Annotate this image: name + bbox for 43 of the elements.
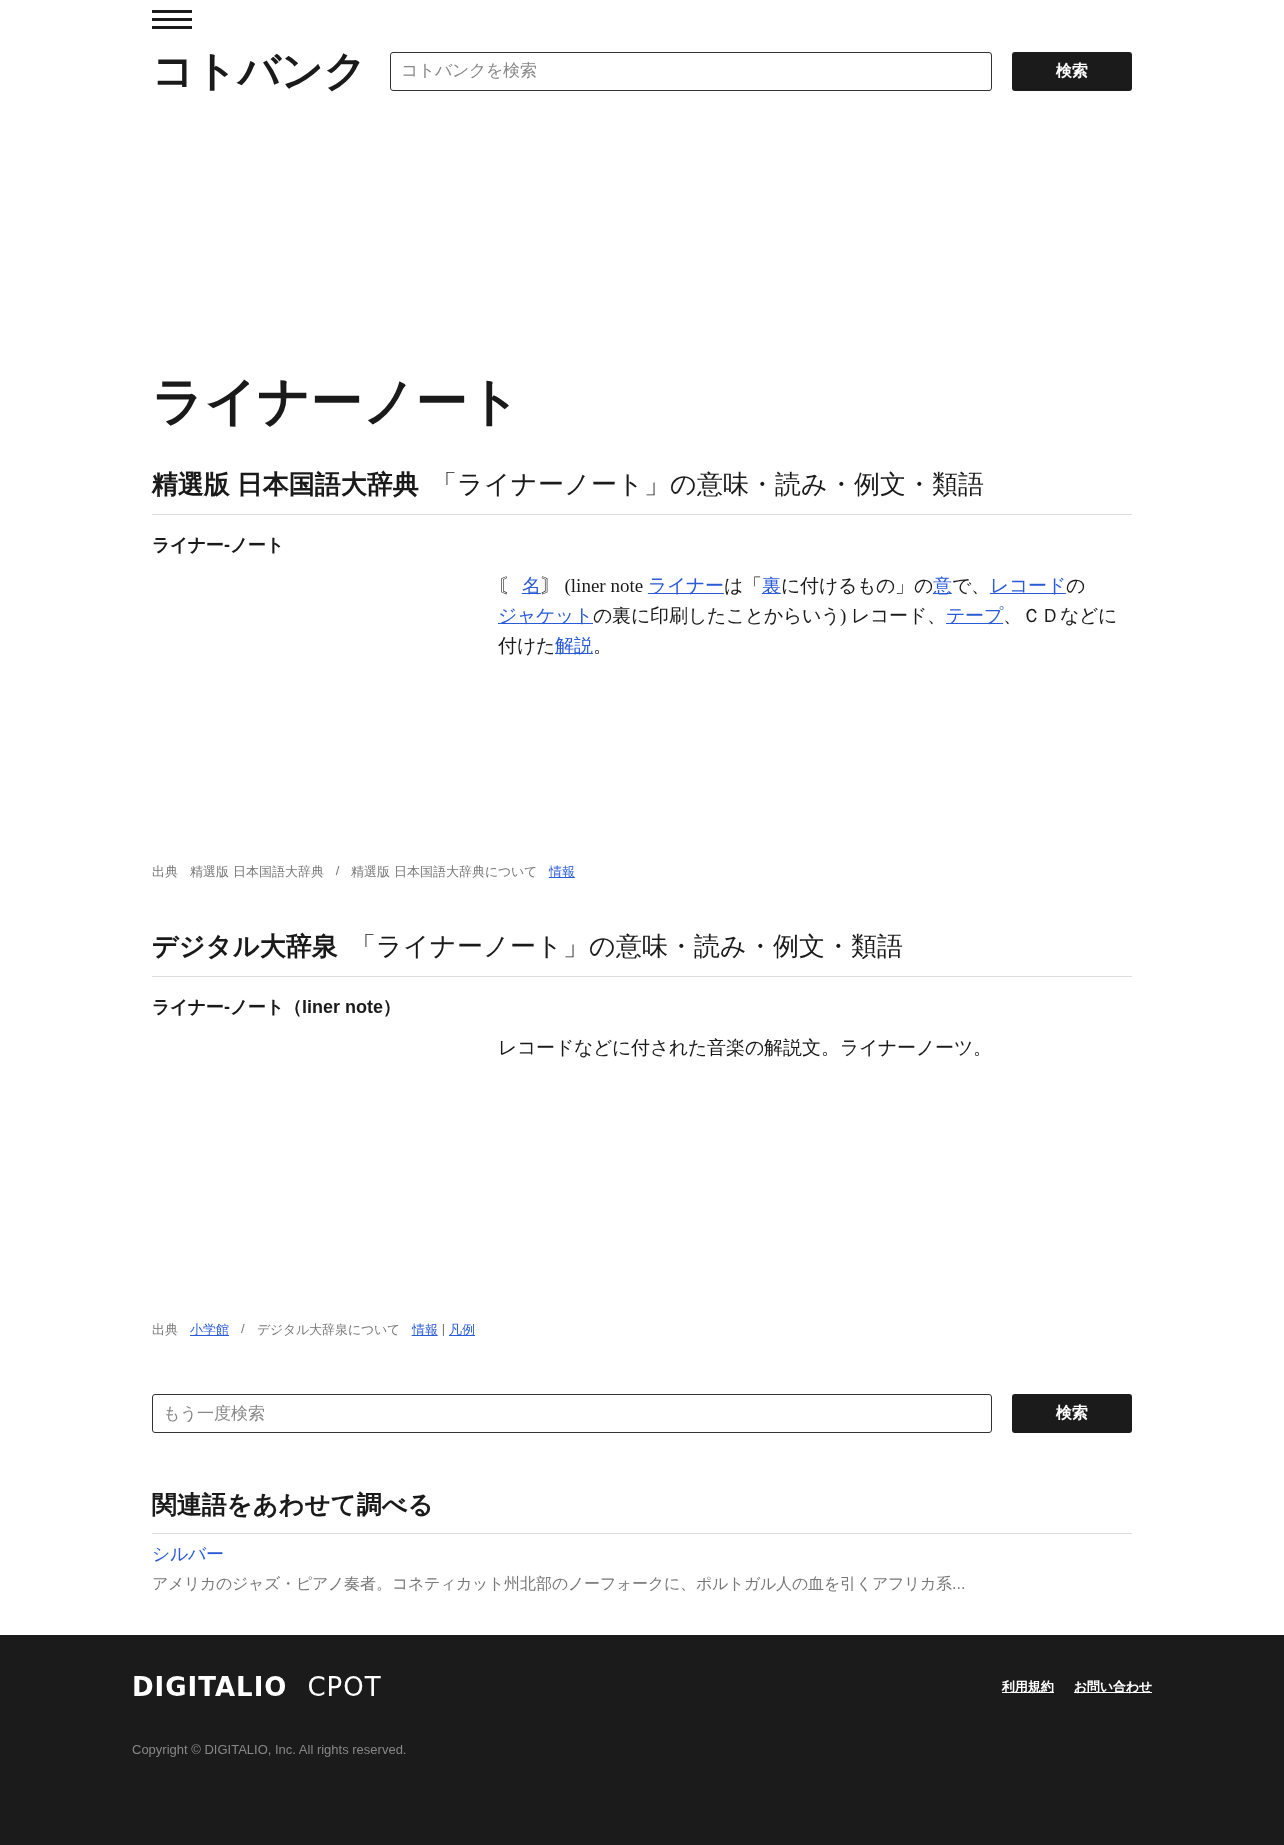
entry-heading: ライナー-ノート（liner note） [152, 996, 402, 1019]
definition-link[interactable]: 裏 [761, 575, 781, 596]
definition-link[interactable]: 意 [932, 575, 952, 596]
company-logo[interactable]: CPOT [307, 1672, 382, 1702]
separator: / [241, 1321, 245, 1338]
search-button[interactable]: 検索 [1012, 51, 1132, 91]
dictionary-name: デジタル大辞泉 [152, 930, 338, 963]
page-title: ライナーノート [152, 371, 522, 432]
section-subtitle: 「ライナーノート」の意味・読み・例文・類語 [350, 930, 903, 963]
definition-text: レコードなどに付された音楽の解説文。ライナーノーツ。 [498, 1037, 992, 1058]
separator: | [441, 1321, 445, 1338]
separator: / [335, 863, 340, 880]
source-text: 精選版 日本国語大辞典 [190, 863, 324, 881]
definition-link[interactable]: レコード [989, 575, 1066, 596]
copyright-text: Copyright © DIGITALIO, Inc. All rights reserved. [132, 1742, 408, 1757]
footer-link[interactable]: お問い合わせ [1074, 1678, 1152, 1696]
search-field[interactable]: コトバンクを検索 [390, 51, 992, 91]
source-link[interactable]: 情報 [411, 1321, 438, 1339]
search-button[interactable]: 検索 [1012, 1394, 1132, 1433]
definition-link[interactable]: 名 [521, 575, 541, 596]
related-term-link[interactable]: シルバー [152, 1542, 1132, 1566]
definition-link[interactable]: 解説 [555, 635, 593, 656]
definition-link[interactable]: テープ [946, 605, 1004, 626]
source-link[interactable]: 小学館 [190, 1321, 229, 1339]
search-field[interactable]: もう一度検索 [152, 1394, 992, 1433]
related-description: アメリカのジャズ・ピアノ奏者。コネティカット州北部のノーフォークに、ポルトガル人の血を引くアフリカ系... [152, 1574, 967, 1594]
source-link[interactable]: 凡例 [449, 1321, 475, 1339]
section-subtitle: 「ライナーノート」の意味・読み・例文・類語 [431, 468, 985, 501]
source-text: 出典 [152, 1321, 178, 1339]
dictionary-name: 精選版 日本国語大辞典 [152, 468, 420, 501]
entry-heading: ライナー-ノート [152, 534, 285, 557]
definition-link[interactable]: ライナー [647, 575, 724, 596]
site-logo[interactable]: コトバンク [152, 50, 370, 92]
related-heading: 関連語をあわせて調べる [152, 1488, 1132, 1534]
definition-link[interactable]: ジャケット [498, 605, 593, 626]
footer-link[interactable]: 利用規約 [1002, 1678, 1054, 1696]
source-text: 精選版 日本国語大辞典について [351, 863, 537, 881]
definition-text: 〘 名〙 (liner note ライナーは「裏に付けるもの」の意で、レコードの ジャケット の裏に印刷したことからいう) レコード、テープ、ＣＤなどに付けた解説。 [498, 575, 1118, 656]
company-logo[interactable]: DIGITALIO [132, 1672, 288, 1702]
source-text: 出典 [152, 863, 178, 881]
source-text: デジタル大辞泉について [256, 1321, 400, 1339]
source-link[interactable]: 情報 [548, 863, 575, 881]
menu-icon[interactable] [152, 10, 192, 30]
